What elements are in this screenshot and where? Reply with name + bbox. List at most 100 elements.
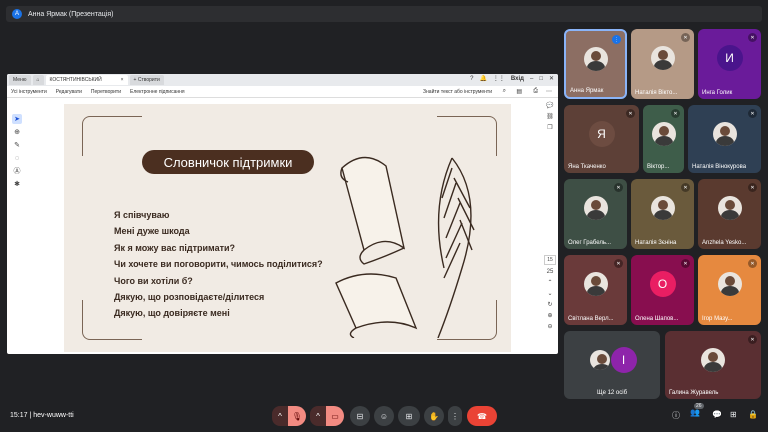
mic-off-icon: ✕ (626, 109, 635, 118)
copy-icon[interactable]: ❐ (547, 124, 552, 131)
page-current[interactable]: 15 (544, 255, 556, 265)
participant-tile[interactable]: О ✕ Олена Шапов... (631, 255, 694, 325)
people-button[interactable]: 👥 26 (690, 403, 704, 417)
participant-name: Анна Ярмак (570, 88, 604, 94)
more-participants-tile[interactable]: І Ще 12 осіб (564, 331, 660, 399)
participant-photo (712, 121, 737, 146)
more-options-button[interactable]: ⋮ (448, 406, 462, 426)
participant-tile[interactable]: ✕ Галина Журавель (665, 331, 761, 399)
zoom-icon[interactable]: ⊕ (12, 127, 22, 137)
participant-name: Ігор Мазу... (702, 316, 733, 322)
participant-name: Галина Журавель (669, 390, 719, 396)
participant-tile[interactable]: Я ✕ Яна Ткаченко (564, 105, 639, 173)
cursor-icon[interactable]: ➤ (12, 114, 22, 124)
toolbar-all-tools[interactable]: Усі інструменти (11, 89, 47, 95)
participant-name: Віктор... (647, 164, 670, 170)
home-icon[interactable]: ⌂ (32, 75, 44, 85)
participant-name: Инга Голик (702, 90, 733, 96)
present-button[interactable]: ⊞ (398, 406, 420, 426)
end-call-button[interactable]: ☎ (467, 406, 497, 426)
tab-new[interactable]: + Створити (129, 75, 164, 85)
participant-name: Наталія Вінокурова (692, 164, 747, 170)
participant-tile[interactable]: ✕ Anzhela Yesko... (698, 179, 761, 249)
shared-screen: Меню ⌂ КОСТЯНТИНІВСЬКИЙ × + Створити ? 🔔 … (7, 74, 558, 354)
more-vert-icon: ⋮ (451, 411, 459, 421)
participant-photo (583, 196, 608, 221)
mic-off-icon: ✕ (681, 183, 690, 192)
chevron-up-icon[interactable]: ⌃ (547, 279, 552, 286)
participant-tile[interactable]: ✕ Віктор... (643, 105, 684, 173)
link-icon[interactable]: ⛓ (546, 113, 554, 120)
meeting-controls-bar: 15:17 | hev-wuww-tti ^ 🎙 ^ ▭ ⊟ ☺ ⊞ ✋ ⋮ ☎… (0, 400, 768, 432)
close-icon[interactable]: × (121, 77, 124, 83)
meeting-code: hev-wuww-tti (33, 412, 74, 419)
emoji-icon: ☺ (379, 411, 389, 421)
zoom-out-icon[interactable]: ⊖ (547, 323, 552, 330)
tab-new-label: Створити (137, 77, 160, 83)
people-icon: 👥 (690, 408, 700, 417)
phrase-item: Мені дуже шкода (114, 226, 190, 237)
minimize-icon[interactable]: – (530, 76, 533, 82)
toolbar-convert[interactable]: Перетворити (91, 89, 121, 95)
captions-button[interactable]: ⊟ (350, 406, 370, 426)
comment-icon[interactable]: 💬 (546, 102, 553, 109)
participant-photo (583, 272, 608, 297)
hand-icon: ✋ (429, 411, 439, 421)
presenter-avatar: А (12, 9, 22, 19)
stamp-icon[interactable]: ✱ (12, 179, 22, 189)
camera-toggle-button[interactable]: ▭ (326, 406, 344, 426)
phrase-item: Дякую, що розповідаєте/ділитеся (114, 291, 265, 302)
participant-tile[interactable]: ✕ Наталія Зєніна (631, 179, 694, 249)
more-participants-label: Ще 12 осіб (596, 390, 628, 396)
participant-tile[interactable]: ✕ Наталія Вінокурова (688, 105, 761, 173)
pdf-toolbar: Усі інструменти Редагувати Перетворити Е… (7, 86, 558, 98)
participant-tile[interactable]: ⋮ Анна Ярмак (564, 29, 627, 99)
raise-hand-button[interactable]: ✋ (424, 406, 444, 426)
refresh-icon[interactable]: ↻ (547, 301, 552, 308)
participant-tile[interactable]: ✕ Наталія Вікто... (631, 29, 694, 99)
emoji-button[interactable]: ☺ (374, 406, 394, 426)
participant-photo (717, 196, 742, 221)
participant-avatar: Я (588, 120, 615, 147)
search-icon[interactable]: ⌕ (503, 88, 506, 95)
participant-name: Наталія Зєніна (635, 240, 677, 246)
print-icon[interactable]: ⎙ (533, 88, 538, 95)
zoom-in-icon[interactable]: ⊕ (547, 312, 552, 319)
host-controls-icon[interactable]: 🔒 (748, 410, 758, 419)
tab-menu[interactable]: Меню (9, 75, 31, 85)
save-icon[interactable]: ▤ (516, 88, 522, 95)
participant-tile[interactable]: ✕ Олег Грабель... (564, 179, 627, 249)
bell-icon[interactable]: 🔔 (479, 75, 486, 82)
more-icon[interactable]: ⋯ (546, 88, 552, 95)
participant-photo (650, 46, 675, 71)
audio-options-button[interactable]: ^ (272, 406, 288, 426)
pen-icon[interactable]: ✎ (12, 140, 22, 150)
tab-menu-label: Меню (13, 77, 27, 83)
search-text-field[interactable]: Знайти текст або інструменти (423, 89, 492, 95)
participant-tile[interactable]: ✕ Світлана Верл... (564, 255, 627, 325)
lasso-icon[interactable]: ◌ (12, 153, 22, 163)
apps-icon[interactable]: ⋮⋮ (493, 75, 505, 82)
participant-avatar: І (610, 346, 637, 373)
video-options-button[interactable]: ^ (310, 406, 326, 426)
login-button[interactable]: Вхід (511, 76, 524, 82)
tab-document[interactable]: КОСТЯНТИНІВСЬКИЙ × (45, 75, 128, 85)
activities-icon[interactable]: ⊞ (730, 410, 737, 419)
camera-off-icon: ▭ (331, 411, 339, 421)
participant-tile[interactable]: И ✕ Инга Голик (698, 29, 761, 99)
mic-toggle-button[interactable]: 🎙 (288, 406, 306, 426)
phone-hangup-icon: ☎ (477, 411, 487, 421)
window-close-icon[interactable]: ✕ (549, 75, 554, 82)
participant-tile[interactable]: ✕ Ігор Мазу... (698, 255, 761, 325)
info-icon[interactable]: ⓘ (672, 410, 680, 421)
chevron-down-icon[interactable]: ⌄ (547, 290, 552, 297)
text-select-icon[interactable]: Ⓐ (12, 166, 22, 176)
help-icon[interactable]: ? (470, 76, 473, 82)
mic-off-icon: ✕ (748, 109, 757, 118)
phrase-item: Дякую, що довіряєте мені (114, 308, 230, 319)
mic-off-icon: ✕ (681, 33, 690, 42)
chat-icon[interactable]: 💬 (712, 410, 722, 419)
toolbar-esign[interactable]: Електронне підписання (130, 89, 185, 95)
maximize-icon[interactable]: □ (539, 76, 543, 82)
toolbar-edit[interactable]: Редагувати (56, 89, 82, 95)
